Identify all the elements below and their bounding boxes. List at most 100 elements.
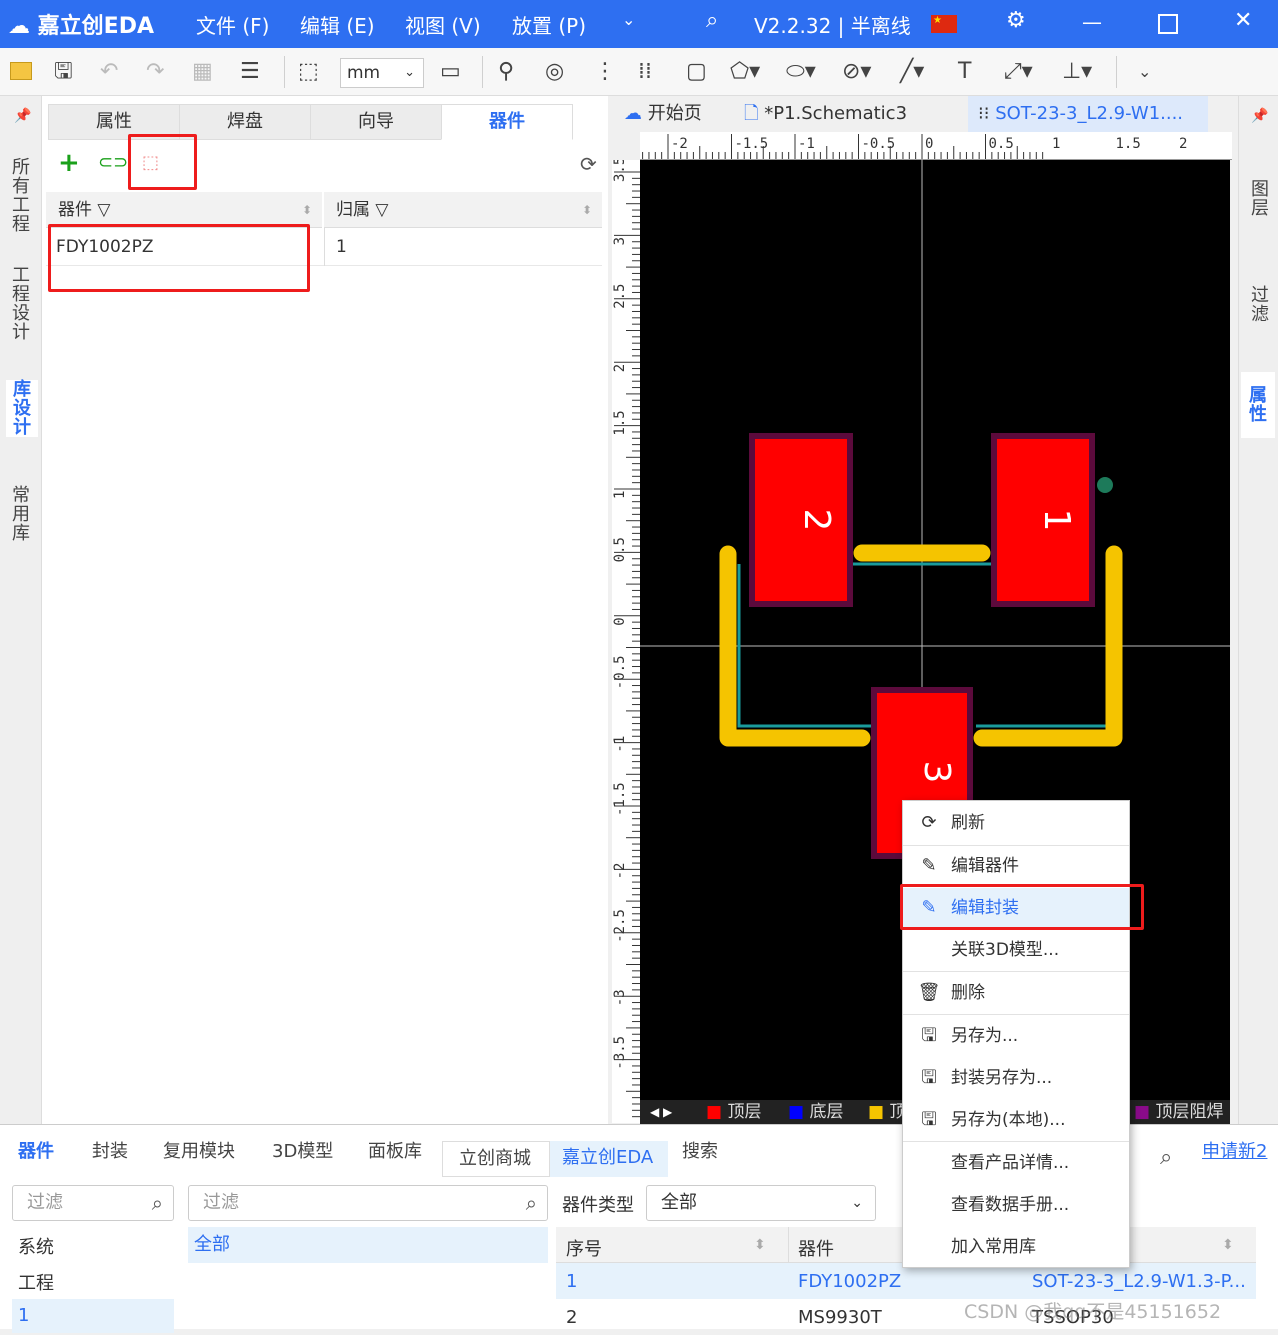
- right-tab-properties[interactable]: 属性: [1241, 372, 1275, 438]
- left-sidebar: 📌 所有工程 工程设计 库设计 常用库: [0, 96, 42, 1124]
- col-header-index[interactable]: 序号: [566, 1235, 602, 1261]
- china-flag-icon[interactable]: ★: [931, 15, 957, 33]
- ruler-label: -2: [671, 136, 688, 152]
- add-icon[interactable]: +: [58, 148, 80, 178]
- filter-input-left[interactable]: 过滤 ⌕: [12, 1185, 174, 1221]
- bottom-tab-devices[interactable]: 器件: [18, 1137, 54, 1167]
- menu-item-product-detail[interactable]: 查看产品详情...: [903, 1143, 1129, 1183]
- search-icon[interactable]: ⌕: [1160, 1145, 1172, 1170]
- ruler-label: -1: [798, 136, 815, 152]
- bottom-tab-search[interactable]: 搜索: [682, 1137, 718, 1167]
- grid-icon[interactable]: ▦: [192, 58, 213, 86]
- bottom-tab-jlceda[interactable]: 嘉立创EDA: [550, 1141, 668, 1177]
- save-icon[interactable]: 🖫: [54, 58, 73, 86]
- tab-devices[interactable]: 器件: [441, 104, 573, 140]
- menu-item-datasheet[interactable]: 查看数据手册...: [903, 1185, 1129, 1225]
- sidebar-tab-project-design[interactable]: 工程设计: [8, 266, 34, 342]
- layer-scroll-arrows-icon[interactable]: ◀ ▶: [650, 1100, 672, 1124]
- menu-item-edit-device[interactable]: ✎ 编辑器件: [903, 846, 1129, 886]
- menu-more-chevron-icon[interactable]: ⌄: [622, 10, 635, 29]
- via-array-icon[interactable]: ⁞⁞: [638, 58, 652, 86]
- doc-tab-schematic[interactable]: 🗋 *P1.Schematic3: [744, 96, 964, 132]
- tab-pads[interactable]: 焊盘: [179, 104, 311, 140]
- col-header-owner[interactable]: 归属 ▽ ⬍: [324, 192, 602, 228]
- pin-icon[interactable]: 📌: [1251, 108, 1268, 124]
- col-header-device[interactable]: 器件: [798, 1235, 834, 1261]
- layer-bottom[interactable]: ■ 底层: [788, 1100, 843, 1124]
- minimize-icon[interactable]: —: [1082, 10, 1102, 34]
- menu-item-add-common[interactable]: 加入常用库: [903, 1227, 1129, 1267]
- ruler-label: -3: [612, 989, 628, 1006]
- line-icon[interactable]: ╱▾: [900, 58, 924, 86]
- dimension-icon[interactable]: ⤢▾: [1004, 58, 1033, 86]
- right-tab-layers[interactable]: 图层: [1247, 180, 1273, 218]
- menu-item-link-3d[interactable]: 关联3D模型...: [903, 930, 1129, 970]
- apply-link[interactable]: 申请新2: [1202, 1137, 1278, 1167]
- bottom-tab-lcsc[interactable]: 立创商城: [442, 1141, 550, 1177]
- save-icon: 🖫: [921, 1109, 937, 1130]
- tree-item-project[interactable]: 工程: [18, 1269, 54, 1295]
- origin-icon[interactable]: ⊥▾: [1062, 58, 1092, 86]
- table-row[interactable]: 1 FDY1002PZ SOT-23-3_L2.9-W1.3-P...: [556, 1263, 1256, 1299]
- sidebar-tab-library-design[interactable]: 库设计: [6, 380, 38, 437]
- layer-top-silk[interactable]: ■ 顶: [868, 1100, 906, 1124]
- redo-icon[interactable]: ↷: [146, 58, 164, 86]
- menu-item-footprint-save-as[interactable]: 🖫 封装另存为...: [903, 1058, 1129, 1098]
- bottom-tab-footprints[interactable]: 封装: [92, 1137, 128, 1167]
- pin-icon[interactable]: ⚲: [498, 58, 514, 86]
- menu-item-save-as[interactable]: 🖫 另存为...: [903, 1016, 1129, 1056]
- col-header-device[interactable]: 器件 ▽ ⬍: [46, 192, 322, 228]
- tree-item-system[interactable]: 系统: [18, 1233, 54, 1259]
- doc-tab-start[interactable]: ☁ 开始页: [624, 96, 734, 132]
- ruler-label: 1: [612, 491, 628, 499]
- layer-top[interactable]: ■ 顶层: [706, 1100, 761, 1124]
- no-icon[interactable]: ⊘▾: [842, 58, 871, 86]
- undo-icon[interactable]: ↶: [100, 58, 118, 86]
- bottom-tab-3d[interactable]: 3D模型: [272, 1137, 333, 1167]
- category-all[interactable]: 全部: [188, 1227, 548, 1263]
- menu-file[interactable]: 文件 (F): [196, 10, 269, 39]
- gear-icon[interactable]: ⚙: [1006, 8, 1026, 33]
- sidebar-tab-common-library[interactable]: 常用库: [8, 486, 34, 543]
- tab-wizard[interactable]: 向导: [310, 104, 442, 140]
- text-icon[interactable]: T: [958, 58, 971, 86]
- zoom-area-icon[interactable]: ⬚: [298, 58, 319, 86]
- menu-place[interactable]: 放置 (P): [512, 10, 586, 39]
- menu-view[interactable]: 视图 (V): [405, 10, 481, 39]
- right-tab-filter[interactable]: 过滤: [1247, 286, 1273, 324]
- list-search-icon[interactable]: ☰: [240, 58, 260, 86]
- layer-top-mask[interactable]: ■ 顶层阻焊: [1134, 1100, 1223, 1124]
- bottom-tab-reuse[interactable]: 复用模块: [163, 1137, 235, 1167]
- ellipse-icon[interactable]: ⬭▾: [786, 58, 816, 86]
- ruler-label: -1: [612, 736, 628, 753]
- doc-tab-footprint[interactable]: ⁝⁝ SOT-23-3_L2.9-W1....: [968, 96, 1208, 132]
- via-row-icon[interactable]: ⋮: [594, 58, 616, 86]
- sidebar-tab-all-projects[interactable]: 所有工程: [8, 158, 34, 234]
- menu-item-refresh[interactable]: ⟳ 刷新: [903, 803, 1129, 843]
- search-icon[interactable]: ⌕: [706, 8, 718, 33]
- link-icon[interactable]: ⊂⊃: [98, 152, 128, 173]
- right-sidebar: 📌 图层 过滤 属性: [1238, 96, 1278, 1124]
- close-icon[interactable]: ✕: [1234, 8, 1252, 33]
- ruler-label: 0.5: [612, 537, 628, 562]
- pad-icon[interactable]: ◎: [545, 58, 564, 86]
- toolbar-more-chevron-icon[interactable]: ⌄: [1138, 58, 1151, 86]
- menu-item-delete[interactable]: 🗑 删除: [903, 973, 1129, 1013]
- bottom-tab-panel[interactable]: 面板库: [368, 1137, 422, 1167]
- ruler-icon[interactable]: ▭: [440, 58, 461, 86]
- tree-item-1[interactable]: 1: [12, 1299, 174, 1333]
- highlight-box: [128, 134, 197, 190]
- ruler-label: 2: [612, 364, 628, 372]
- unit-select[interactable]: mm ⌄: [340, 58, 424, 88]
- refresh-icon[interactable]: ⟳: [580, 152, 597, 176]
- rect-icon[interactable]: ▢: [686, 58, 707, 86]
- ruler-label: -0.5: [862, 136, 896, 152]
- maximize-icon[interactable]: [1158, 14, 1178, 34]
- pin-icon[interactable]: 📌: [14, 108, 31, 124]
- folder-icon[interactable]: [10, 62, 32, 80]
- device-type-select[interactable]: 全部 ⌄: [646, 1185, 876, 1221]
- menu-edit[interactable]: 编辑 (E): [300, 10, 375, 39]
- menu-item-save-local[interactable]: 🖫 另存为(本地)...: [903, 1100, 1129, 1140]
- filter-input-category[interactable]: 过滤 ⌕: [188, 1185, 548, 1221]
- polygon-icon[interactable]: ⬠▾: [730, 58, 760, 86]
